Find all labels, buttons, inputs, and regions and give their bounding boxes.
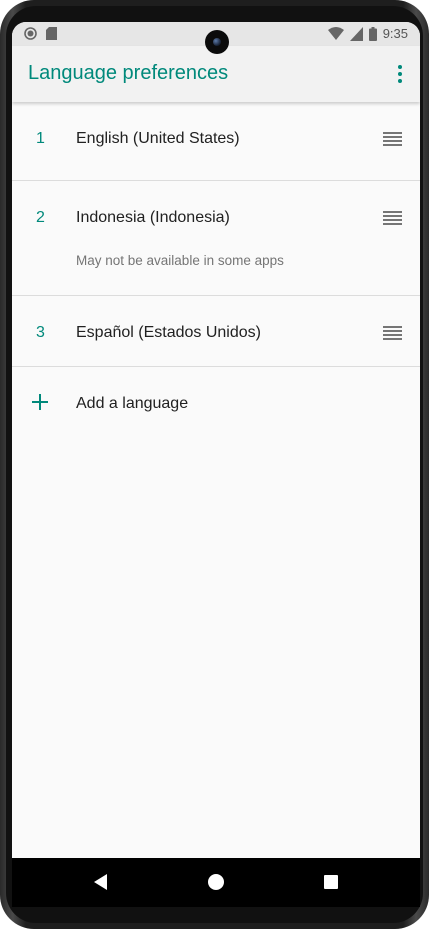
language-label: Indonesia (Indonesia) (76, 209, 230, 226)
sd-card-icon (46, 27, 57, 40)
list-item[interactable]: 1 English (United States) (12, 102, 420, 181)
navigation-bar (12, 858, 420, 907)
language-label: Español (Estados Unidos) (76, 324, 261, 341)
language-number: 3 (36, 324, 45, 341)
list-item[interactable]: 2 Indonesia (Indonesia) May not be avail… (12, 181, 420, 296)
add-language-label: Add a language (76, 395, 189, 412)
notification-dot-icon (24, 27, 37, 40)
drag-handle-icon[interactable] (383, 211, 402, 225)
language-label: English (United States) (76, 130, 240, 147)
cell-signal-icon (349, 26, 363, 41)
plus-icon (32, 394, 48, 410)
battery-icon (368, 26, 377, 41)
camera-cutout (205, 30, 229, 54)
screen: 9:35 Language preferences 1 English (Uni… (12, 22, 420, 907)
wifi-icon (327, 26, 344, 40)
back-icon[interactable] (94, 874, 107, 890)
list-item[interactable]: 3 Español (Estados Unidos) (12, 296, 420, 367)
recent-apps-icon[interactable] (324, 875, 338, 889)
availability-note: May not be available in some apps (76, 253, 284, 268)
more-options-icon[interactable] (392, 60, 408, 88)
add-language-button[interactable]: Add a language (12, 367, 420, 439)
language-number: 2 (36, 209, 45, 226)
drag-handle-icon[interactable] (383, 132, 402, 146)
home-icon[interactable] (208, 874, 224, 890)
status-time: 9:35 (382, 26, 408, 41)
language-list: 1 English (United States) 2 Indonesia (I… (12, 102, 420, 412)
language-number: 1 (36, 130, 45, 147)
app-bar: Language preferences (12, 46, 420, 102)
drag-handle-icon[interactable] (383, 326, 402, 340)
page-title: Language preferences (28, 62, 229, 84)
